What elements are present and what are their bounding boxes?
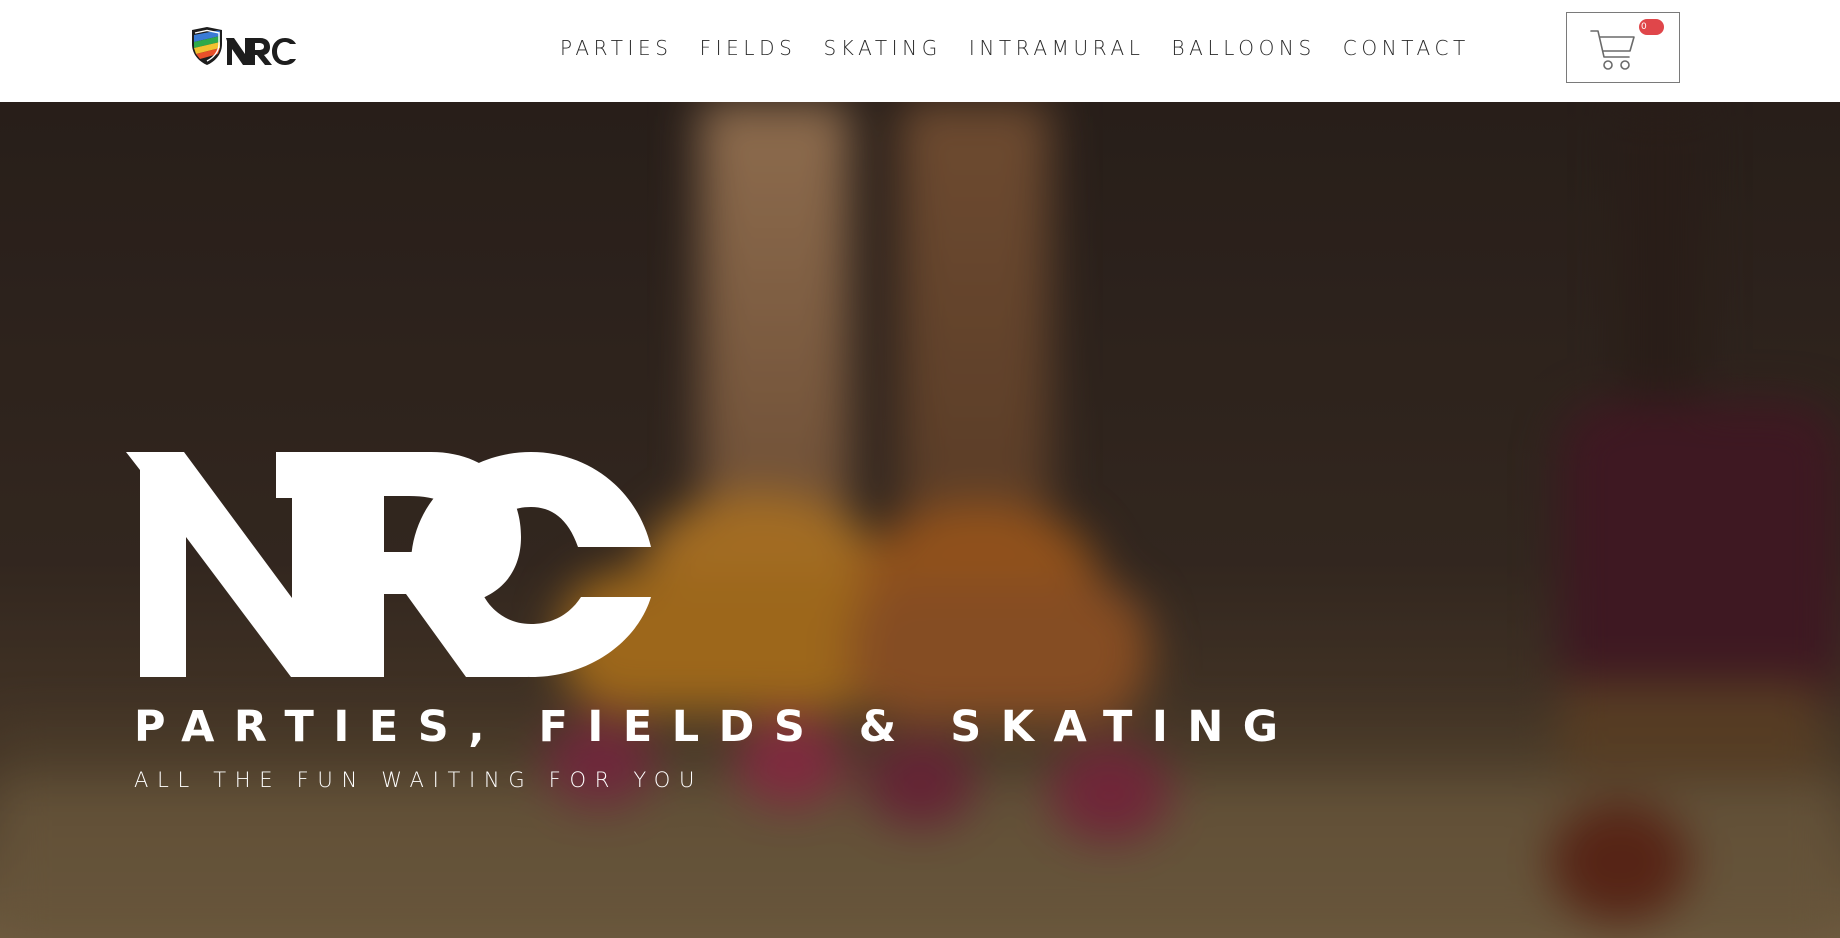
nav-item-balloons[interactable]: BALLOONS <box>1171 36 1315 60</box>
site-header: PARTIES FIELDS SKATING INTRAMURAL BALLOO… <box>0 0 1840 102</box>
nav-item-fields[interactable]: FIELDS <box>700 36 797 60</box>
hero-subtitle: ALL THE FUN WAITING FOR YOU <box>134 768 704 792</box>
hero-section: PARTIES, FIELDS & SKATING ALL THE FUN WA… <box>0 102 1840 938</box>
cart-count-badge: 0 <box>1639 19 1664 35</box>
nav-item-skating[interactable]: SKATING <box>823 36 941 60</box>
main-nav: PARTIES FIELDS SKATING INTRAMURAL BALLOO… <box>560 0 1470 96</box>
hero-nrc-logo <box>126 452 651 677</box>
shopping-cart-icon <box>1590 30 1635 70</box>
hero-title: PARTIES, FIELDS & SKATING <box>134 702 1298 752</box>
nav-item-parties[interactable]: PARTIES <box>560 36 673 60</box>
nav-item-contact[interactable]: CONTACT <box>1343 36 1470 60</box>
nav-item-intramural[interactable]: INTRAMURAL <box>969 36 1145 60</box>
nrc-logo[interactable] <box>190 26 300 70</box>
cart-button[interactable]: 0 <box>1566 12 1680 83</box>
